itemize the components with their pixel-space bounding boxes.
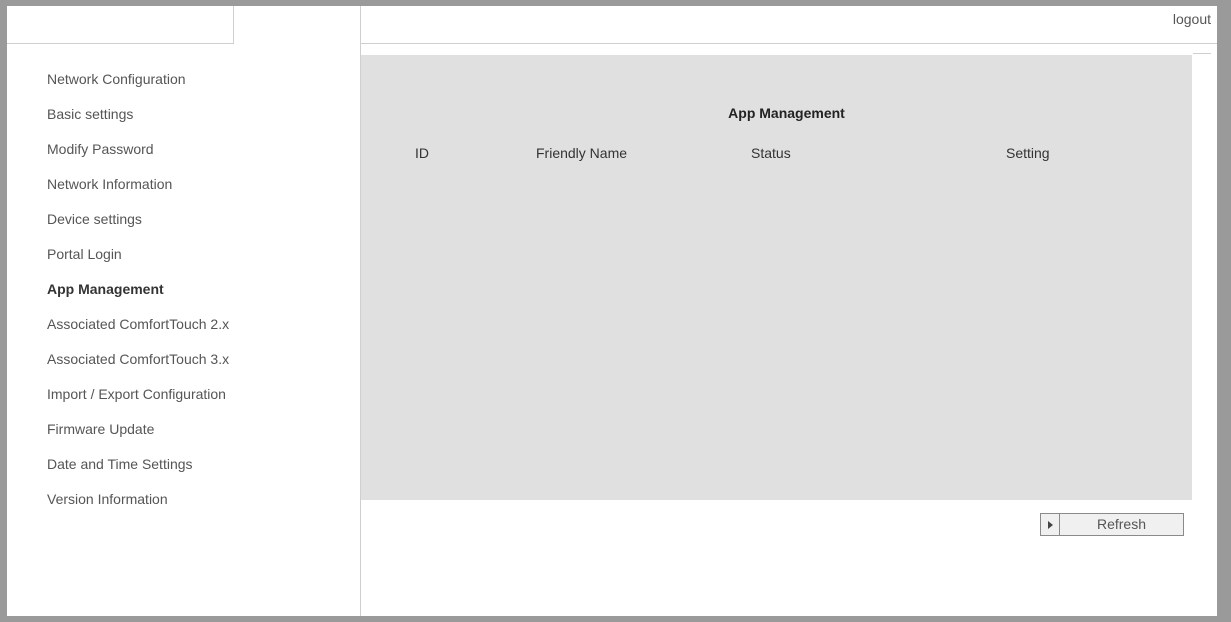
play-triangle-icon (1041, 514, 1060, 535)
sidebar-item-date-time-settings[interactable]: Date and Time Settings (47, 455, 347, 490)
sidebar-item-network-information[interactable]: Network Information (47, 175, 347, 210)
sidebar-item-associated-comforttouch-3x[interactable]: Associated ComfortTouch 3.x (47, 350, 347, 385)
sidebar-item-basic-settings[interactable]: Basic settings (47, 105, 347, 140)
column-header-setting: Setting (1006, 145, 1050, 161)
app-management-panel: App Management ID Friendly Name Status S… (361, 55, 1192, 500)
sidebar-item-network-configuration[interactable]: Network Configuration (47, 70, 347, 105)
sidebar-item-app-management[interactable]: App Management (47, 280, 347, 315)
sidebar-item-portal-login[interactable]: Portal Login (47, 245, 347, 280)
header-divider (361, 43, 1217, 44)
page-title: App Management (728, 105, 845, 121)
sidebar-item-version-information[interactable]: Version Information (47, 490, 347, 525)
refresh-button[interactable]: Refresh (1040, 513, 1184, 536)
sidebar-nav: Network Configuration Basic settings Mod… (47, 70, 347, 525)
header-divider-accent (1193, 53, 1211, 54)
refresh-button-label: Refresh (1096, 516, 1147, 532)
sidebar-item-device-settings[interactable]: Device settings (47, 210, 347, 245)
sidebar-item-import-export-configuration[interactable]: Import / Export Configuration (47, 385, 347, 420)
logout-link[interactable]: logout (1173, 11, 1211, 27)
column-header-id: ID (415, 145, 429, 161)
column-header-status: Status (751, 145, 791, 161)
logo-area (7, 6, 234, 44)
sidebar-item-firmware-update[interactable]: Firmware Update (47, 420, 347, 455)
app-window: logout Network Configuration Basic setti… (7, 6, 1217, 616)
sidebar-item-modify-password[interactable]: Modify Password (47, 140, 347, 175)
sidebar-item-associated-comforttouch-2x[interactable]: Associated ComfortTouch 2.x (47, 315, 347, 350)
column-header-friendly-name: Friendly Name (536, 145, 628, 161)
